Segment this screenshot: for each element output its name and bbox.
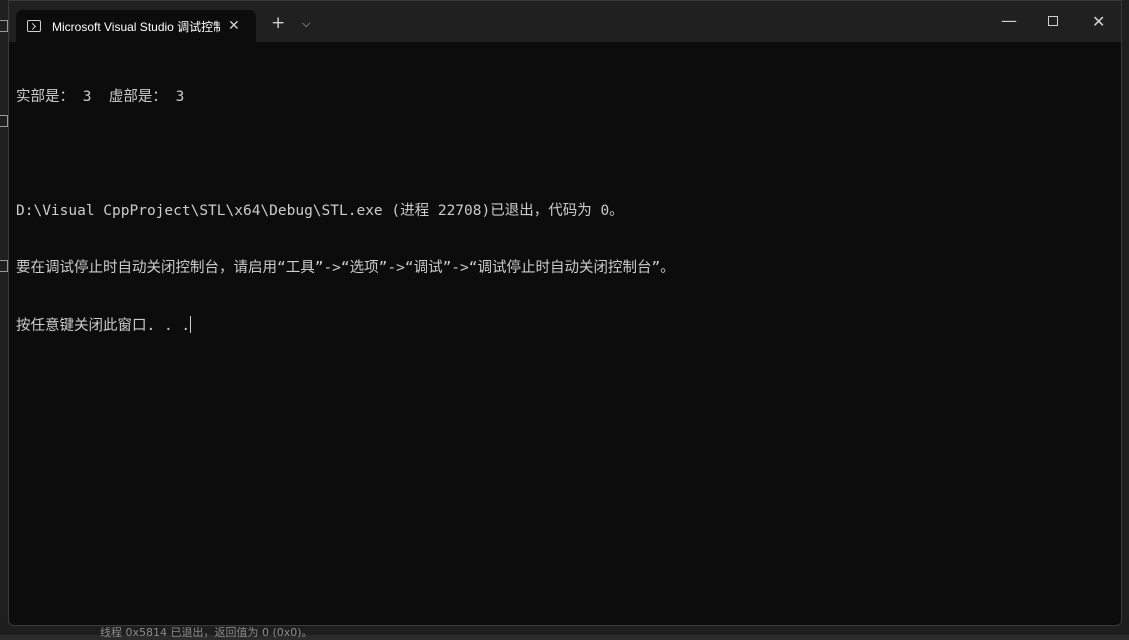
- tab-debug-console[interactable]: Microsoft Visual Studio 调试控制台 ✕: [16, 10, 256, 42]
- ide-output-text: 线程 0x5814 已退出，返回值为 0 (0x0)。: [100, 626, 313, 639]
- console-line: D:\Visual CppProject\STL\x64\Debug\STL.e…: [16, 203, 624, 219]
- ide-collapse-icon: [0, 20, 8, 32]
- console-line: 要在调试停止时自动关闭控制台，请启用“工具”->“选项”->“调试”->“调试停…: [16, 260, 675, 276]
- minimize-icon[interactable]: —: [1001, 11, 1017, 30]
- console-line-prompt: 按任意键关闭此窗口. . .: [16, 316, 675, 335]
- maximize-icon[interactable]: [1048, 16, 1058, 26]
- console-line: 实部是： 3 虚部是： 3: [16, 89, 185, 105]
- text-cursor: [190, 316, 192, 333]
- close-icon[interactable]: ✕: [228, 18, 240, 34]
- terminal-icon: [27, 20, 41, 32]
- chevron-down-icon[interactable]: ⌵: [302, 17, 310, 31]
- plus-icon[interactable]: +: [271, 13, 285, 33]
- ide-collapse-icon: [0, 115, 8, 127]
- title-bar[interactable]: Microsoft Visual Studio 调试控制台 ✕ + ⌵ — ✕: [9, 1, 1121, 42]
- terminal-window: Microsoft Visual Studio 调试控制台 ✕ + ⌵ — ✕ …: [8, 0, 1122, 626]
- tab-title: Microsoft Visual Studio 调试控制台: [52, 19, 220, 34]
- ide-collapse-icon: [0, 260, 8, 272]
- close-window-icon[interactable]: ✕: [1092, 12, 1105, 31]
- prompt-text: 按任意键关闭此窗口. . .: [16, 318, 191, 334]
- console-output[interactable]: 实部是： 3 虚部是： 3 D:\Visual CppProject\STL\x…: [16, 50, 675, 373]
